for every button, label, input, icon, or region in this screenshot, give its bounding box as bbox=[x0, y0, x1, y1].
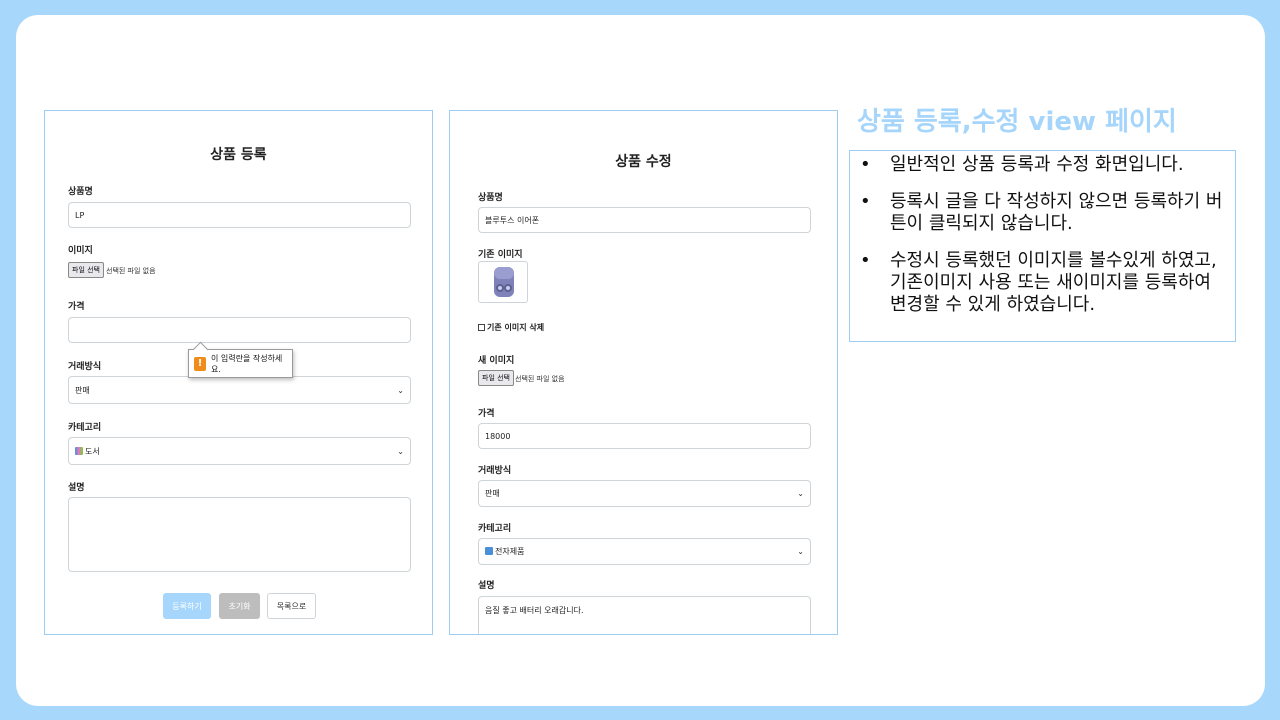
submit-button[interactable]: 등록하기 bbox=[163, 593, 211, 619]
chevron-down-icon: ⌄ bbox=[397, 446, 404, 456]
device-icon bbox=[485, 547, 493, 555]
file-status-text: 선택된 파일 없음 bbox=[106, 267, 156, 275]
category-select[interactable]: 전자제품 ⌄ bbox=[478, 538, 811, 565]
file-select-button[interactable]: 파일 선택 bbox=[478, 370, 514, 386]
price-input[interactable] bbox=[68, 317, 411, 343]
chevron-down-icon: ⌄ bbox=[797, 489, 804, 498]
product-name-label: 상품명 bbox=[478, 193, 503, 203]
price-label: 가격 bbox=[68, 302, 85, 312]
validation-message: 이 입력란을 작성하세요. bbox=[210, 353, 283, 374]
trade-method-value: 판매 bbox=[485, 489, 500, 498]
new-image-label: 새 이미지 bbox=[478, 356, 515, 366]
product-name-label: 상품명 bbox=[68, 187, 93, 197]
category-value: 전자제품 bbox=[495, 547, 525, 556]
description-label: 설명 bbox=[478, 581, 495, 591]
category-select[interactable]: 도서 ⌄ bbox=[68, 437, 411, 465]
price-label: 가격 bbox=[478, 409, 495, 419]
image-label: 이미지 bbox=[68, 246, 93, 256]
description-textarea[interactable] bbox=[68, 497, 411, 572]
chevron-down-icon: ⌄ bbox=[797, 547, 804, 556]
register-form-panel: 상품 등록 상품명 LP 이미지 파일 선택 선택된 파일 없음 가격 거래방식… bbox=[44, 110, 433, 635]
delete-image-checkbox[interactable] bbox=[478, 324, 485, 331]
product-name-input[interactable]: 블루투스 이어폰 bbox=[478, 207, 811, 233]
trade-method-label: 거래방식 bbox=[68, 362, 102, 372]
slide-heading: 상품 등록,수정 view 페이지 bbox=[857, 107, 1177, 137]
chevron-down-icon: ⌄ bbox=[397, 385, 404, 395]
warning-icon: ! bbox=[194, 356, 206, 371]
notes-box: 일반적인 상품 등록과 수정 화면입니다. 등록시 글을 다 작성하지 않으면 … bbox=[849, 150, 1236, 342]
trade-method-select[interactable]: 판매 ⌄ bbox=[68, 376, 411, 404]
existing-image-thumbnail bbox=[478, 261, 528, 303]
delete-image-label: 기존 이미지 삭제 bbox=[487, 323, 545, 332]
category-label: 카테고리 bbox=[478, 524, 512, 534]
delete-image-checkbox-row[interactable]: 기존 이미지 삭제 bbox=[478, 322, 544, 333]
register-form-title: 상품 등록 bbox=[210, 147, 267, 163]
description-textarea[interactable]: 음질 좋고 배터리 오래갑니다. bbox=[478, 596, 811, 634]
description-label: 설명 bbox=[68, 483, 85, 493]
price-input[interactable]: 18000 bbox=[478, 423, 811, 449]
edit-form-title: 상품 수정 bbox=[615, 154, 672, 170]
edit-form-panel: 상품 수정 상품명 블루투스 이어폰 기존 이미지 기존 이미지 삭제 새 이미… bbox=[449, 110, 838, 635]
reset-button[interactable]: 초기화 bbox=[219, 593, 260, 619]
books-icon bbox=[75, 446, 83, 455]
trade-method-select[interactable]: 판매 ⌄ bbox=[478, 480, 811, 507]
earbuds-case-image bbox=[494, 267, 514, 297]
file-status-text: 선택된 파일 없음 bbox=[515, 375, 565, 383]
trade-method-label: 거래방식 bbox=[478, 466, 512, 476]
category-label: 카테고리 bbox=[68, 423, 102, 433]
note-item: 수정시 등록했던 이미지를 볼수있게 하였고, 기존이미지 사용 또는 새이미지… bbox=[860, 250, 1225, 316]
product-name-input[interactable]: LP bbox=[68, 202, 411, 228]
file-select-button[interactable]: 파일 선택 bbox=[68, 262, 104, 278]
existing-image-label: 기존 이미지 bbox=[478, 250, 523, 260]
validation-tooltip: ! 이 입력란을 작성하세요. bbox=[188, 349, 293, 378]
trade-method-value: 판매 bbox=[75, 385, 90, 395]
category-value: 도서 bbox=[85, 446, 100, 456]
note-item: 등록시 글을 다 작성하지 않으면 등록하기 버튼이 클릭되지 않습니다. bbox=[860, 191, 1225, 235]
note-item: 일반적인 상품 등록과 수정 화면입니다. bbox=[860, 154, 1225, 176]
back-to-list-button[interactable]: 목록으로 bbox=[267, 593, 316, 619]
